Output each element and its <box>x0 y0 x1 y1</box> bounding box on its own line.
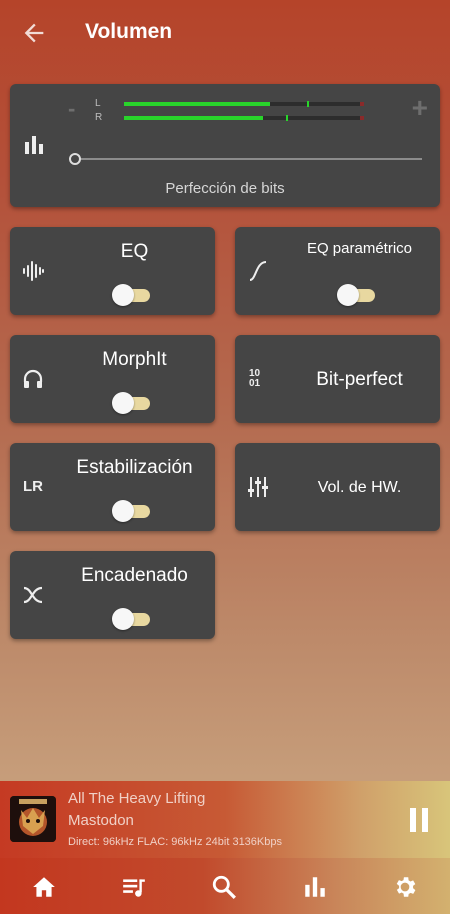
volume-down-button[interactable]: - <box>68 96 75 122</box>
page-title: Volumen <box>85 20 173 43</box>
chained-toggle[interactable] <box>112 608 150 630</box>
left-peak-marker <box>307 101 309 107</box>
eq-toggle[interactable] <box>112 284 150 306</box>
chained-label: Encadenado <box>81 565 188 586</box>
hw-volume-label: Vol. de HW. <box>317 479 402 496</box>
crossfade-icon <box>23 586 43 604</box>
stabilization-label: Estabilización <box>76 457 193 478</box>
sliders-icon <box>248 477 268 497</box>
bit-perfect-label: Bit-perfect <box>316 369 403 390</box>
bar-chart-icon <box>25 136 43 154</box>
volume-slider-track[interactable] <box>80 158 422 160</box>
now-playing-bar[interactable]: All The Heavy Lifting Mastodon Direct: 9… <box>0 781 450 858</box>
stabilization-tile[interactable]: LR Estabilización <box>10 443 215 531</box>
morphit-tile[interactable]: MorphIt <box>10 335 215 423</box>
volume-mode-caption: Perfección de bits <box>165 180 285 197</box>
parametric-eq-toggle[interactable] <box>337 284 375 306</box>
curve-icon <box>249 261 267 281</box>
volume-up-button[interactable]: + <box>412 92 428 124</box>
binary-icon: 10 01 <box>249 368 261 389</box>
volume-slider-thumb[interactable] <box>69 153 81 165</box>
left-channel-label: L <box>95 98 101 109</box>
album-art[interactable] <box>10 796 56 842</box>
volume-card: - + L R Perfección de bits <box>10 84 440 207</box>
left-level-fill <box>124 102 271 106</box>
bottom-navigation <box>0 858 450 914</box>
playlist-icon[interactable] <box>121 874 147 900</box>
hw-volume-tile[interactable]: Vol. de HW. <box>235 443 440 531</box>
chart-icon[interactable] <box>302 874 328 900</box>
headphones-icon <box>23 369 43 388</box>
morphit-toggle[interactable] <box>112 392 150 414</box>
right-level-meter <box>124 115 364 121</box>
artist-name: Mastodon <box>68 812 134 829</box>
audio-format-info: Direct: 96kHz FLAC: 96kHz 24bit 3136Kbps <box>68 836 282 848</box>
right-channel-label: R <box>95 112 103 123</box>
search-icon[interactable] <box>211 874 237 900</box>
morphit-label: MorphIt <box>102 349 167 370</box>
app-header: Volumen <box>0 0 450 66</box>
pause-icon[interactable] <box>408 808 430 832</box>
parametric-eq-tile[interactable]: EQ paramétrico <box>235 227 440 315</box>
right-clip-indicator <box>360 116 364 120</box>
eq-label: EQ <box>120 241 149 262</box>
lr-icon: LR <box>23 478 43 495</box>
right-level-fill <box>124 116 264 120</box>
bit-perfect-tile[interactable]: 10 01 Bit-perfect <box>235 335 440 423</box>
right-peak-marker <box>286 115 288 121</box>
waveform-icon <box>23 261 44 281</box>
back-arrow-icon[interactable] <box>20 19 48 47</box>
eq-tile[interactable]: EQ <box>10 227 215 315</box>
song-title: All The Heavy Lifting <box>68 790 206 807</box>
parametric-eq-label: EQ paramétrico <box>306 240 413 257</box>
left-clip-indicator <box>360 102 364 106</box>
home-icon[interactable] <box>31 874 57 900</box>
chained-tile[interactable]: Encadenado <box>10 551 215 639</box>
stabilization-toggle[interactable] <box>112 500 150 522</box>
settings-icon[interactable] <box>392 874 418 900</box>
left-level-meter <box>124 101 364 107</box>
